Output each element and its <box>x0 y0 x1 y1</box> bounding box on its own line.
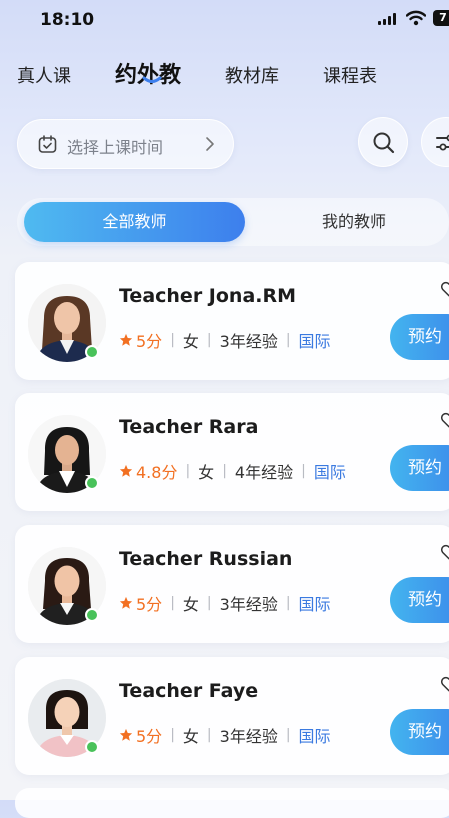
rating: 5分 <box>136 332 163 351</box>
experience: 4年经验 <box>234 463 294 482</box>
heart-icon[interactable] <box>440 280 449 298</box>
calendar-icon <box>38 135 57 153</box>
search-icon <box>373 132 395 154</box>
divider: | <box>170 332 175 348</box>
divider: | <box>222 463 227 479</box>
teacher-name: Teacher Faye <box>119 680 259 702</box>
heart-icon[interactable] <box>440 411 449 429</box>
experience: 3年经验 <box>219 595 278 614</box>
status-time: 18:10 <box>40 10 95 30</box>
divider: | <box>170 595 175 611</box>
teacher-card-partial <box>15 788 449 818</box>
wifi-icon <box>406 10 426 26</box>
divider: | <box>170 727 175 743</box>
heart-icon[interactable] <box>440 543 449 561</box>
teacher-name: Teacher Rara <box>119 416 259 438</box>
teacher-card[interactable]: Teacher Rara 4.8分 | 女 | 4年经验 | 国际 预约 <box>15 393 449 511</box>
teacher-meta: 5分 | 女 | 3年经验 | 国际 <box>119 591 331 615</box>
book-button[interactable]: 预约 <box>390 314 449 360</box>
region-tag: 国际 <box>298 727 331 746</box>
date-picker-label: 选择上课时间 <box>67 138 164 157</box>
gender: 女 <box>182 332 199 351</box>
gender: 女 <box>182 727 199 746</box>
date-picker[interactable]: 选择上课时间 <box>17 119 234 169</box>
experience: 3年经验 <box>219 727 278 746</box>
experience: 3年经验 <box>219 332 278 351</box>
online-indicator <box>85 476 99 490</box>
region-tag: 国际 <box>313 463 346 482</box>
top-tabs: 真人课 约外教 教材库 课程表 <box>0 52 449 92</box>
online-indicator <box>85 345 99 359</box>
book-button[interactable]: 预约 <box>390 709 449 755</box>
teacher-card[interactable]: Teacher Russian 5分 | 女 | 3年经验 | 国际 预约 <box>15 525 449 643</box>
tab-schedule[interactable]: 课程表 <box>323 62 377 88</box>
teacher-meta: 5分 | 女 | 3年经验 | 国际 <box>119 723 331 747</box>
active-tab-indicator <box>142 76 162 83</box>
rating: 5分 <box>136 727 163 746</box>
teacher-card[interactable]: Teacher Faye 5分 | 女 | 3年经验 | 国际 预约 <box>15 657 449 775</box>
filter-button[interactable] <box>421 117 449 167</box>
divider: | <box>285 332 291 348</box>
divider: | <box>285 595 291 611</box>
divider: | <box>301 463 306 479</box>
divider: | <box>206 727 212 743</box>
chevron-right-icon <box>206 137 214 151</box>
star-icon <box>119 333 133 346</box>
segment-my-teachers[interactable]: 我的教师 <box>279 202 429 242</box>
star-icon <box>119 464 133 477</box>
divider: | <box>285 727 291 743</box>
tab-real-teacher[interactable]: 真人课 <box>17 62 71 88</box>
gender: 女 <box>182 595 199 614</box>
rating: 4.8分 <box>136 463 178 482</box>
tab-textbooks[interactable]: 教材库 <box>225 62 279 88</box>
teacher-name: Teacher Russian <box>119 548 293 570</box>
teacher-segment-control: 全部教师 我的教师 <box>17 198 449 246</box>
teacher-meta: 4.8分 | 女 | 4年经验 | 国际 <box>119 459 346 483</box>
book-button[interactable]: 预约 <box>390 445 449 491</box>
divider: | <box>206 595 212 611</box>
divider: | <box>206 332 212 348</box>
search-button[interactable] <box>358 117 408 167</box>
heart-icon[interactable] <box>440 675 449 693</box>
book-button[interactable]: 预约 <box>390 577 449 623</box>
teacher-name: Teacher Jona.RM <box>119 285 297 307</box>
teacher-meta: 5分 | 女 | 3年经验 | 国际 <box>119 328 331 352</box>
region-tag: 国际 <box>298 332 331 351</box>
tab-foreign-teacher[interactable]: 约外教 <box>115 57 181 89</box>
status-bar: 18:10 7 <box>0 0 449 40</box>
gender: 女 <box>198 463 215 482</box>
signal-icon <box>378 12 396 25</box>
online-indicator <box>85 740 99 754</box>
star-icon <box>119 728 133 741</box>
battery-icon: 7 <box>433 10 449 26</box>
star-icon <box>119 596 133 609</box>
divider: | <box>185 463 191 479</box>
region-tag: 国际 <box>298 595 331 614</box>
rating: 5分 <box>136 595 163 614</box>
teacher-card[interactable]: Teacher Jona.RM 5分 | 女 | 3年经验 | 国际 预约 <box>15 262 449 380</box>
filter-icon <box>436 134 449 151</box>
segment-all-teachers[interactable]: 全部教师 <box>24 202 245 242</box>
online-indicator <box>85 608 99 622</box>
